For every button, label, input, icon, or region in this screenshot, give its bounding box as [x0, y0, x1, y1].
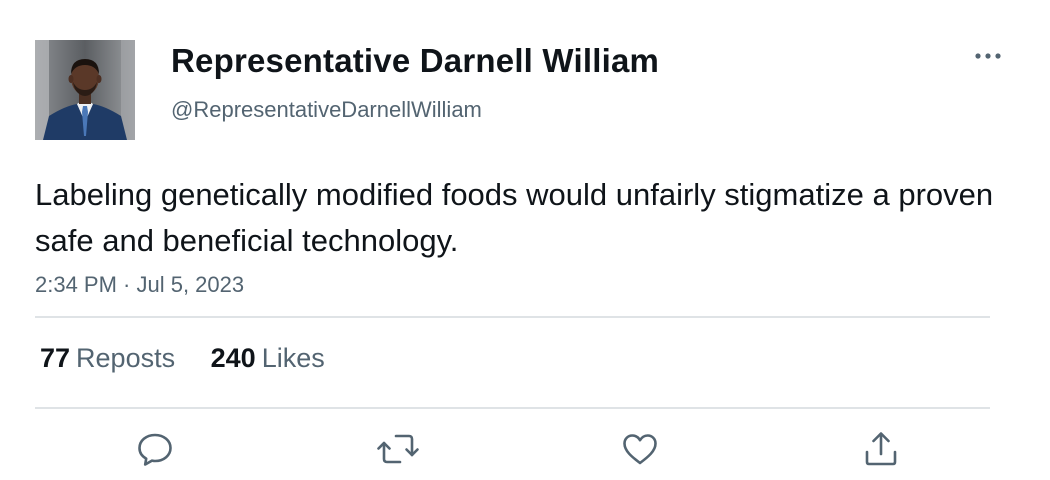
likes-stat[interactable]: 240 Likes — [211, 343, 325, 374]
tweet-text: Labeling genetically modified foods woul… — [35, 177, 994, 258]
engagement-stats: 77 Reposts 240 Likes — [40, 343, 325, 374]
avatar-portrait-image — [35, 40, 135, 140]
heart-icon — [623, 434, 657, 465]
avatar[interactable] — [35, 40, 135, 140]
reply-button[interactable] — [133, 427, 177, 471]
reposts-count: 77 — [40, 343, 71, 373]
likes-count: 240 — [210, 343, 256, 373]
likes-label: Likes — [261, 343, 325, 373]
reposts-stat[interactable]: 77 Reposts — [40, 343, 175, 374]
repost-arrows-icon — [377, 434, 419, 464]
divider — [35, 316, 990, 318]
like-button[interactable] — [618, 427, 662, 471]
tweet-timestamp[interactable]: 2:34 PM · Jul 5, 2023 — [35, 272, 244, 298]
share-upload-icon — [865, 432, 897, 466]
more-horizontal-icon — [975, 53, 1001, 59]
author-name[interactable]: Representative Darnell William — [171, 42, 659, 80]
repost-button[interactable] — [376, 427, 420, 471]
reply-bubble-icon — [138, 433, 172, 466]
more-options-button[interactable] — [968, 42, 1008, 70]
tweet-card: Representative Darnell William @Represen… — [0, 0, 1050, 480]
reposts-label: Reposts — [76, 343, 176, 373]
divider — [35, 407, 990, 409]
share-button[interactable] — [859, 427, 903, 471]
author-handle[interactable]: @RepresentativeDarnellWilliam — [171, 97, 482, 123]
